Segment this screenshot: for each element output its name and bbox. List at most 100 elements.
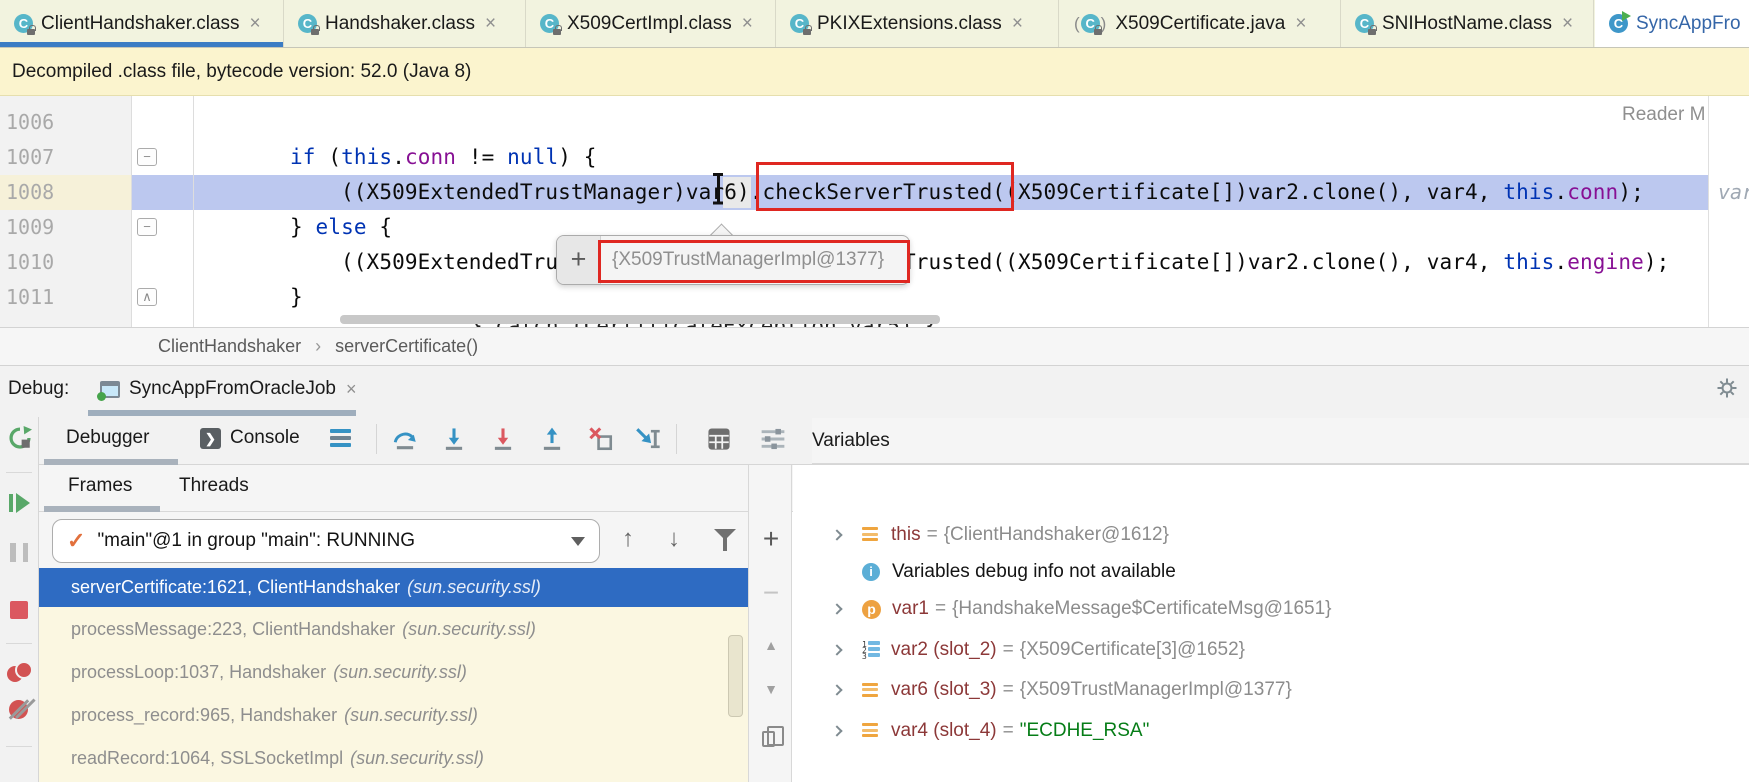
close-icon[interactable]: × [250,13,261,35]
tab-label: SNIHostName.class [1382,12,1552,34]
editor-tab-syncappfro[interactable]: C SyncAppFro [1595,0,1749,47]
breadcrumb-class[interactable]: ClientHandshaker [158,336,301,357]
stack-frame-row[interactable]: processLoop:1037, Handshaker (sun.securit… [39,651,748,694]
add-watch-button[interactable]: + [749,523,793,555]
fold-marker-icon[interactable]: ∧ [137,288,157,306]
editor-tab-handshaker-class[interactable]: C Handshaker.class × [284,0,526,47]
debug-session-tab[interactable]: SyncAppFromOracleJob × [97,366,357,412]
step-out-icon[interactable] [539,426,565,452]
editor-tab-clienthandshaker-class[interactable]: C ClientHandshaker.class × [0,0,284,47]
fold-marker-icon[interactable]: − [137,148,157,166]
variable-row-var1[interactable]: p var1 = {HandshakeMessage$CertificateMsg@1… [793,589,1749,629]
editor-tab-snihostname-class[interactable]: C SNIHostName.class × [1341,0,1594,47]
toolbar-separator [676,424,677,454]
chevron-right-icon[interactable] [831,528,843,541]
tab-label: PKIXExtensions.class [817,12,1002,34]
line-number: 1008 [0,175,131,210]
debug-toolwindow-header: Debug: SyncAppFromOracleJob × [0,366,1749,417]
hide-library-frames-filter-icon[interactable] [714,529,736,553]
resume-program-icon[interactable] [9,493,31,513]
field-icon [862,682,879,698]
variable-row-this[interactable]: this = {ClientHandshaker@1612} [793,514,1749,555]
code-line-1009: } else { [290,215,393,239]
close-icon[interactable]: × [742,13,753,35]
parameter-icon: p [862,599,881,619]
variable-row-var6[interactable]: var6 (slot_3) = {X509TrustManagerImpl@1377… [793,670,1749,710]
force-step-into-icon[interactable] [490,426,516,452]
duplicate-watch-icon[interactable] [762,726,784,747]
stack-frame-row[interactable]: process_record:965, Handshaker (sun.secur… [39,694,748,737]
reader-mode-toggle[interactable]: Reader M [1622,104,1705,126]
close-icon[interactable]: × [1295,13,1306,35]
gutter-separator [193,96,194,327]
editor-tab-pkixextensions-class[interactable]: C PKIXExtensions.class × [776,0,1059,47]
active-tab-underline [0,42,283,47]
fold-marker-icon[interactable]: − [137,218,157,236]
previous-frame-button[interactable]: ↑ [622,525,634,553]
step-over-icon[interactable] [392,426,418,452]
variables-info-message[interactable]: i Variables debug info not available [793,555,1749,589]
line-number: 1010 [6,250,55,274]
horizontal-scrollbar[interactable] [340,315,940,324]
evaluate-expression-icon[interactable] [706,426,732,452]
stack-frame-row[interactable]: serverCertificate:1621, ClientHandshaker… [39,568,748,607]
watches-toolbar: + − ▲ ▼ [748,465,792,782]
field-icon [862,723,879,738]
tab-label: SyncAppFro [1636,12,1741,34]
class-locked-icon: C [1355,14,1377,35]
close-icon[interactable]: × [346,379,357,400]
drop-frame-icon[interactable] [588,426,614,452]
stop-icon[interactable] [10,601,28,619]
frames-scrollbar-thumb[interactable] [728,635,743,717]
frames-pane: ✓ "main"@1 in group "main": RUNNING ↑ ↓ … [39,512,748,782]
console-icon: ❯ [200,428,221,449]
inline-debugger-hint: var [1718,180,1749,204]
stack-frame-row[interactable]: readRecord:1064, SSLSocketImpl (sun.secur… [39,737,748,780]
thread-status-check-icon: ✓ [67,528,86,553]
chevron-right-icon[interactable] [831,684,843,696]
stack-frame-row[interactable]: processMessage:223, ClientHandshaker (sun… [39,607,748,651]
editor-tab-x509certimpl-class[interactable]: C X509CertImpl.class × [526,0,776,47]
right-margin-guide [1708,96,1709,327]
close-icon[interactable]: × [485,13,496,35]
breadcrumb: ClientHandshaker › serverCertificate() [0,327,1749,366]
variable-row-var4[interactable]: var4 (slot_4) = "ECDHE_RSA" [793,710,1749,751]
next-frame-button[interactable]: ↓ [668,525,680,553]
mute-breakpoints-icon[interactable] [8,699,30,721]
breadcrumb-method[interactable]: serverCertificate() [335,336,478,357]
view-breakpoints-icon[interactable] [7,661,33,683]
tab-frames[interactable]: Frames [68,465,132,506]
editor-tab-bar: C ClientHandshaker.class × C Handshaker.clas… [0,0,1749,48]
add-to-watches-button[interactable]: + [557,236,601,284]
rerun-icon[interactable] [7,425,33,451]
variable-row-var2[interactable]: 1 2 3 var2 (slot_2) = {X509Certificate[3]@165… [793,629,1749,670]
step-into-icon[interactable] [441,426,467,452]
close-icon[interactable]: × [1012,13,1023,35]
remove-watch-button: − [762,577,780,608]
editor-tab-x509certificate-java[interactable]: (C) X509Certificate.java × [1059,0,1341,47]
code-line-1011: } [290,285,303,309]
stack-frames-list: serverCertificate:1621, ClientHandshaker… [39,568,748,782]
toolbar-separator [6,643,32,644]
gear-icon[interactable] [1715,376,1739,400]
chevron-right-icon[interactable] [831,603,843,615]
info-icon: i [862,563,880,581]
settings-sliders-icon[interactable] [760,426,786,452]
tab-console[interactable]: Console [230,417,300,459]
layout-icon[interactable] [330,429,351,448]
close-icon[interactable]: × [1562,13,1573,35]
array-icon: 123 [862,641,881,661]
toolbar-separator [6,746,32,747]
thread-selector-dropdown[interactable]: ✓ "main"@1 in group "main": RUNNING [52,519,600,563]
code-editor[interactable]: 1006 1007 −1008 1009 − 1010 1011 ∧ if (this.conn… [0,96,1749,327]
annotation-red-box-value [598,240,910,283]
notification-text: Decompiled .class file, bytecode version… [12,60,472,82]
breadcrumb-separator: › [315,336,322,356]
thread-selector-text: "main"@1 in group "main": RUNNING [97,530,416,551]
run-to-cursor-icon[interactable] [634,426,660,452]
chevron-right-icon[interactable] [831,724,843,737]
chevron-right-icon[interactable] [831,643,843,656]
tab-debugger[interactable]: Debugger [66,417,149,459]
line-number: 1007 [6,145,55,169]
tab-threads[interactable]: Threads [179,465,249,506]
